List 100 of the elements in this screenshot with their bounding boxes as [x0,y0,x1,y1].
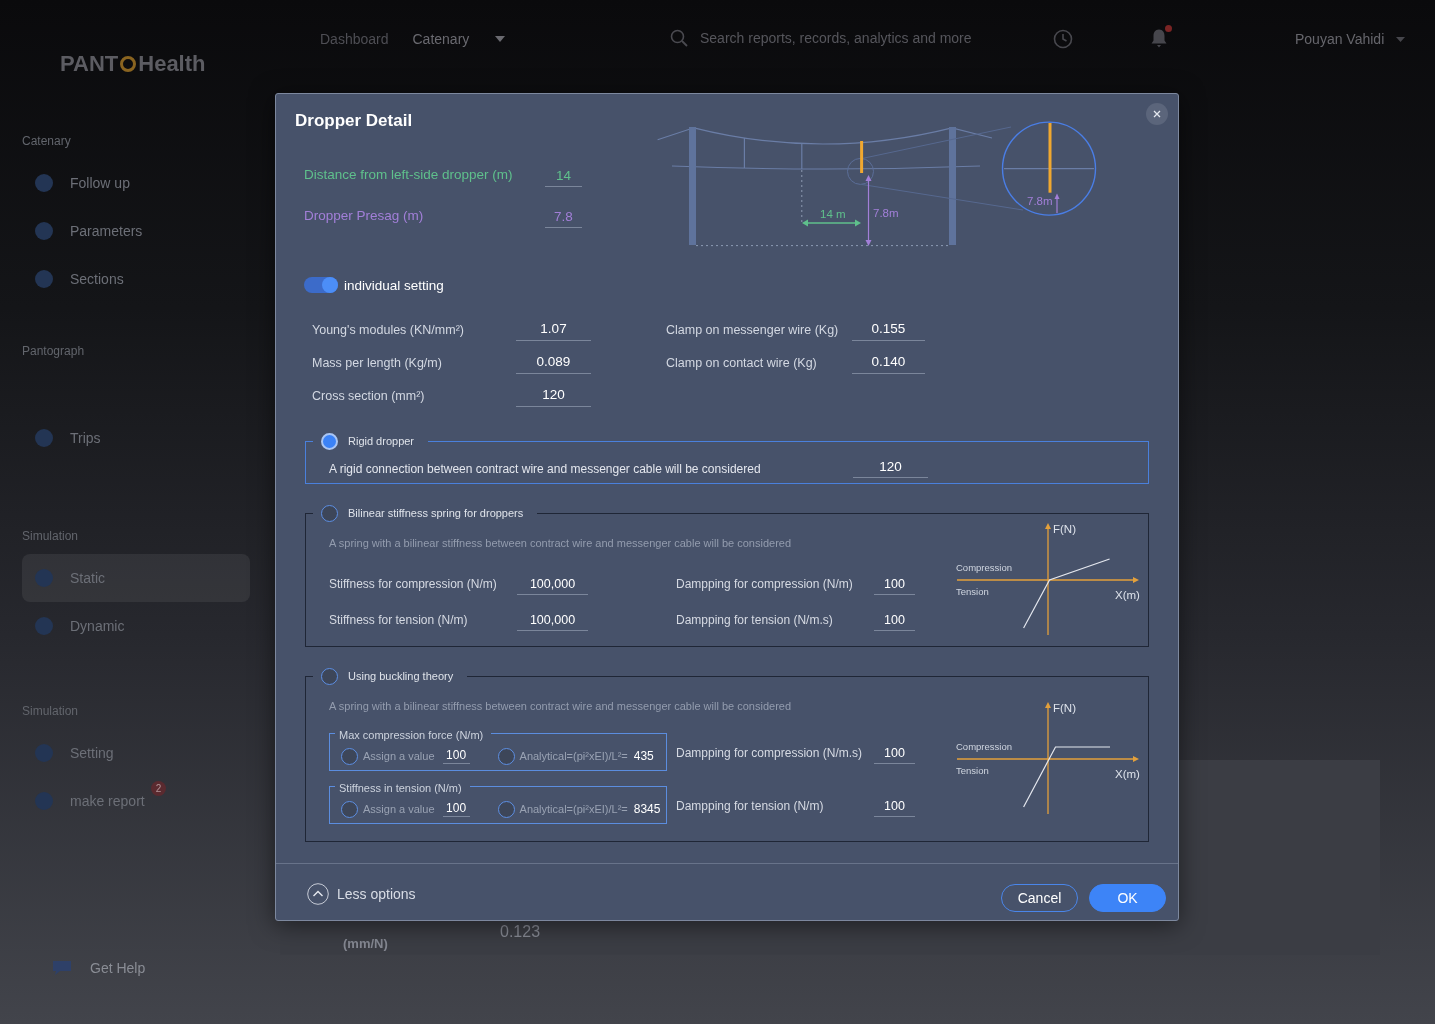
field-label: Distance from left-side dropper (m) [304,166,514,184]
radio-label: Assign a value [363,750,435,762]
radio-button[interactable] [341,800,358,818]
force-axis-label: F(N) [1053,523,1076,535]
radio-button[interactable] [497,800,515,818]
section-heading: Simulation [22,528,79,545]
circle-icon [33,615,55,637]
number-field[interactable]: 100,000 [517,577,588,595]
magnified-presag-label: 7.8m [1027,195,1053,207]
circle-icon [33,268,55,290]
nav-tab[interactable]: Catenary [412,30,506,48]
field-label: Clamp on contact wire (Kg) [666,355,818,372]
number-field[interactable]: 100 [442,801,470,817]
less-options-button[interactable]: Less options [307,882,416,905]
compression-label: Compression [956,741,1012,752]
tension-label: Tension [956,765,989,776]
circle-icon [33,567,55,589]
number-field[interactable]: 14 [545,168,582,187]
field-label: Clamp on messenger wire (Kg) [666,322,840,339]
caret-icon [1396,36,1406,42]
description-text: A rigid connection between contract wire and messenger cable will be considered [329,461,762,478]
field-label: Dampping for compression (N/m.s) [676,745,864,762]
clock-icon [1053,29,1073,49]
logo-text: Health [138,52,206,76]
search-field[interactable]: Search reports, records, analytics and more [700,30,1000,46]
distance-arrow [802,219,861,227]
group-title: Stiffness in tension (N/m) [339,782,462,794]
unit-text: (mm/N) [343,936,389,951]
number-field[interactable]: 100 [874,746,915,764]
search-icon [670,29,688,47]
description-text: A spring with a bilinear stiffness between contract wire and messenger cable will be considered [329,699,793,714]
ok-button[interactable]: OK [1089,883,1166,912]
displacement-axis-label: X(m) [1115,589,1140,601]
field-label: Cross section (mm²) [312,388,426,405]
user-name[interactable]: Pouyan Vahidi [1295,31,1385,47]
presag-label: 7.8m [873,207,899,219]
number-field[interactable]: 100 [874,799,915,817]
section-heading: Catenary [22,133,71,150]
sidebar-item[interactable]: Dynamic [22,602,250,650]
help-link[interactable]: Get Help [52,956,182,980]
radio-label: Bilinear stiffness spring for droppers [348,507,524,519]
radio-button[interactable] [497,747,515,765]
sidebar-item[interactable]: Trips [22,414,250,462]
radio-label: Assign a value [363,803,435,815]
toggle-switch[interactable] [304,277,338,293]
radio-button[interactable] [341,747,358,765]
computed-value: 435 [633,749,654,763]
number-field[interactable]: 0.155 [852,321,925,341]
radio-button[interactable] [321,504,338,522]
field-label: Dampping for compression (N/m) [676,576,854,593]
close-button[interactable] [1146,103,1168,125]
field-label: Young's modules (KN/mm²) [312,322,465,339]
distance-label: 14 m [820,208,846,220]
close-icon [1153,110,1161,118]
logo-ring-icon [119,55,138,73]
radio-label: Rigid dropper [348,435,415,447]
section-heading: Simulation [22,703,79,720]
number-field[interactable]: 1.07 [516,321,591,341]
sidebar-item[interactable]: Follow up [22,159,250,207]
field-label: Dropper Presag (m) [304,207,425,225]
chat-icon [52,960,72,976]
sidebar-item[interactable]: Parameters [22,207,250,255]
number-field[interactable]: 100,000 [517,613,588,631]
bell-icon [1150,28,1168,48]
circle-icon [33,790,55,812]
number-field[interactable]: 0.089 [516,354,591,374]
presag-arrow [865,175,872,246]
logo-text: PANT [60,52,119,76]
radio-button[interactable] [321,667,338,685]
number-field[interactable]: 0.140 [852,354,925,374]
compression-label: Compression [956,562,1012,573]
value-text: 0.123 [500,923,541,941]
circle-icon [33,742,55,764]
group-title: Max compression force (N/m) [339,729,484,741]
dialog-title: Dropper Detail [295,111,414,131]
radio-label: Analytical=(pi²xEI)/L²= [519,803,628,815]
circle-icon [33,172,55,194]
field-label: Stiffness for tension (N/m) [329,612,469,629]
radio-button[interactable] [321,432,338,450]
highlighted-dropper [860,141,864,173]
displacement-axis-label: X(m) [1115,768,1140,780]
number-field[interactable]: 100 [442,748,470,764]
field-label: Dampping for tension (N/m.s) [676,612,834,629]
circle-icon [33,220,55,242]
caret-icon [495,36,506,42]
computed-value: 8345 [633,802,661,816]
circle-icon [33,427,55,449]
number-field[interactable]: 120 [853,459,928,478]
field-label: Dampping for tension (N/m) [676,798,825,815]
radio-label: Using buckling theory [348,670,454,682]
sidebar-item[interactable]: Sections [22,255,250,303]
tension-label: Tension [956,586,989,597]
number-field[interactable]: 100 [874,613,915,631]
number-field[interactable]: 120 [516,387,591,407]
count-badge: 2 [151,781,166,796]
force-axis-label: F(N) [1053,702,1076,714]
field-label: Mass per length (Kg/m) [312,355,443,372]
description-text: A spring with a bilinear stiffness between contract wire and messenger cable will be considered [329,536,793,551]
radio-label: Analytical=(pi²xEI)/L²= [519,750,628,762]
number-field[interactable]: 100 [874,577,915,595]
